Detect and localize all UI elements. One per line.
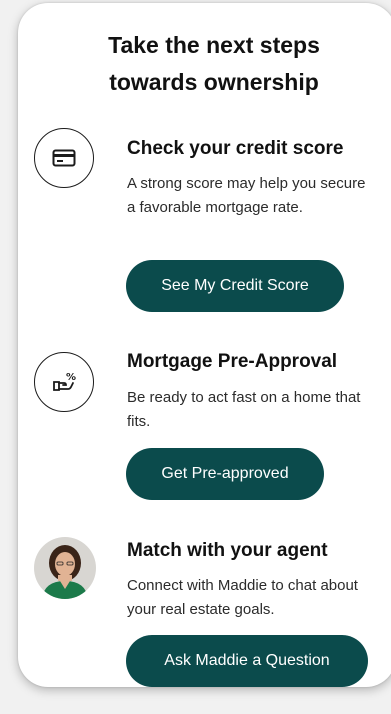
step-desc-credit-score: A strong score may help you secure a fav… xyxy=(127,175,366,216)
get-pre-approved-button[interactable]: Get Pre-approved xyxy=(126,448,324,500)
step-desc-pre-approval: Be ready to act fast on a home that fits… xyxy=(127,389,361,430)
see-credit-score-button[interactable]: See My Credit Score xyxy=(126,260,344,312)
ask-maddie-button[interactable]: Ask Maddie a Question xyxy=(126,635,368,687)
agent-avatar xyxy=(34,537,96,599)
hand-percent-icon: % xyxy=(34,352,94,412)
card-title-line-2: towards ownership xyxy=(109,69,319,95)
credit-card-icon xyxy=(34,128,94,188)
step-desc-agent: Connect with Maddie to chat about your r… xyxy=(127,577,358,618)
card-title: Take the next steps towards ownership xyxy=(18,27,391,101)
card-title-line-1: Take the next steps xyxy=(108,32,320,58)
step-title-pre-approval: Mortgage Pre-Approval xyxy=(127,351,338,372)
step-title-credit-score: Check your credit score xyxy=(127,138,344,159)
step-title-agent: Match with your agent xyxy=(127,540,328,561)
svg-text:%: % xyxy=(66,372,76,383)
